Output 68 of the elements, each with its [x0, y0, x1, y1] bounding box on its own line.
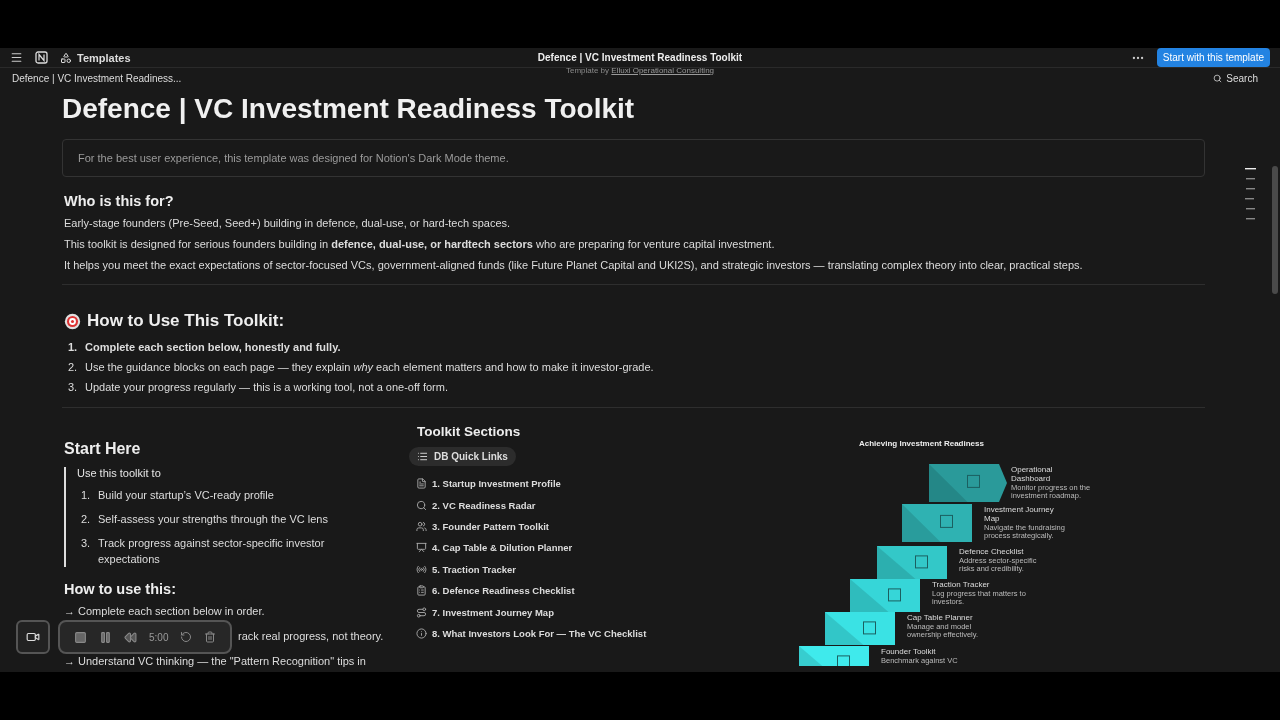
section-link[interactable]: 1. Startup Investment Profile — [416, 473, 745, 495]
step-name: Map — [984, 514, 1000, 523]
people-icon — [416, 520, 427, 532]
paragraph: rack real progress, not theory. — [238, 630, 384, 643]
restart-icon[interactable] — [180, 631, 193, 643]
paragraph: Early-stage founders (Pre-Seed, Seed+) building in defence, dual-use, or hard-tech spaces. — [64, 217, 512, 229]
list-item: 3. Track progress against sector-specific investor expectations — [80, 536, 326, 567]
search-icon — [1213, 74, 1223, 83]
target-icon — [64, 312, 81, 330]
logo-icon[interactable] — [35, 51, 48, 64]
step-name: Founder Toolkit — [881, 647, 936, 656]
stop-icon[interactable] — [74, 630, 87, 644]
templates-button[interactable]: Templates — [56, 49, 135, 66]
paragraph: → Complete each section below in order. — [64, 605, 265, 618]
trash-icon[interactable] — [204, 631, 217, 643]
section-link[interactable]: 6. Defence Readiness Checklist — [416, 579, 745, 602]
search-button[interactable]: Search — [1207, 72, 1264, 85]
section-link[interactable]: 4. Cap Table & Dilution Planner — [416, 537, 745, 559]
step-name: Operational — [1011, 465, 1053, 474]
presentation-icon — [416, 542, 427, 554]
list-item: 1. Complete each section below, honestly and fully. — [68, 341, 342, 353]
timer: 5:00 — [149, 631, 169, 643]
camera-button[interactable] — [16, 620, 50, 654]
section-link[interactable]: 2. VC Readiness Radar — [416, 494, 745, 516]
info-icon — [416, 627, 427, 639]
search-icon — [416, 499, 427, 511]
section-link[interactable]: 8. What Investors Look For — The VC Checklist — [416, 622, 745, 645]
section-link[interactable]: 7. Investment Journey Map — [416, 601, 745, 623]
paragraph: This toolkit is designed for serious founders building in defence, dual-use, or hardtech sectors who are preparing for venture capital investment. — [64, 238, 776, 250]
list-item: 2. Use the guidance blocks on each page — they explain why each element matters and how to make it investor-grade. — [68, 361, 655, 373]
section-link[interactable]: 5. Traction Tracker — [416, 558, 745, 580]
author-link[interactable]: Elluxi Operational Consulting — [611, 66, 715, 75]
page-heading: Defence | VC Investment Readiness Toolkit — [62, 93, 636, 125]
quick-links-tab[interactable]: DB Quick Links — [409, 447, 516, 466]
section-heading: Start Here — [64, 440, 142, 458]
outline-drawing — [1245, 168, 1256, 220]
step-name: Traction Tracker — [932, 580, 990, 589]
pause-icon[interactable] — [99, 630, 112, 644]
section-heading: How to Use This Toolkit: — [87, 311, 285, 331]
section-heading: How to use this: — [64, 581, 177, 597]
breadcrumb[interactable]: Defence | VC Investment Readiness... — [12, 73, 182, 84]
step-name: Defence Checklist — [959, 547, 1024, 556]
list-item: 2. Self-assess your strengths through the VC lens — [80, 512, 329, 527]
start-template-button[interactable]: Start with this template — [1156, 48, 1270, 67]
menu-icon[interactable] — [10, 51, 23, 64]
list-item: 3. Update your progress regularly — this is a working tool, not a one-off form. — [68, 381, 449, 393]
route-icon — [416, 606, 427, 618]
rewind-icon[interactable] — [124, 630, 137, 644]
clipboard-icon — [416, 585, 427, 597]
section-heading: Who is this for? — [64, 193, 175, 209]
shapes-icon — [60, 51, 72, 64]
document-icon — [416, 478, 427, 490]
page-title: Defence | VC Investment Readiness Toolkit — [537, 52, 743, 63]
template-byline: Template by Elluxi Operational Consulting — [565, 66, 715, 75]
step-name: Cap Table Planner — [907, 613, 973, 622]
diagram-title: Achieving Investment Readiness — [859, 439, 984, 448]
section-link[interactable]: 3. Founder Pattern Toolkit — [416, 515, 745, 538]
list-item: 1. Build your startup’s VC-ready profile — [80, 488, 275, 503]
section-heading: Toolkit Sections — [417, 424, 522, 439]
paragraph: → Understand VC thinking — the "Pattern Recognition" tips in — [64, 655, 366, 668]
signal-icon — [416, 563, 427, 575]
callout: For the best user experience, this template was designed for Notion's Dark Mode theme. — [62, 139, 1205, 177]
video-camera-icon — [26, 630, 40, 644]
quote-text: Use this toolkit to — [77, 467, 162, 479]
step-name: Dashboard — [1011, 474, 1051, 483]
step-name: Investment Journey — [984, 505, 1054, 514]
list-icon — [417, 451, 428, 462]
paragraph: It helps you meet the exact expectations of sector-focused VCs, government-aligned funds (like Future Planet Capital and UKI2S), and strategic investors — translating complex theory into clear, practical steps. — [64, 259, 1084, 271]
